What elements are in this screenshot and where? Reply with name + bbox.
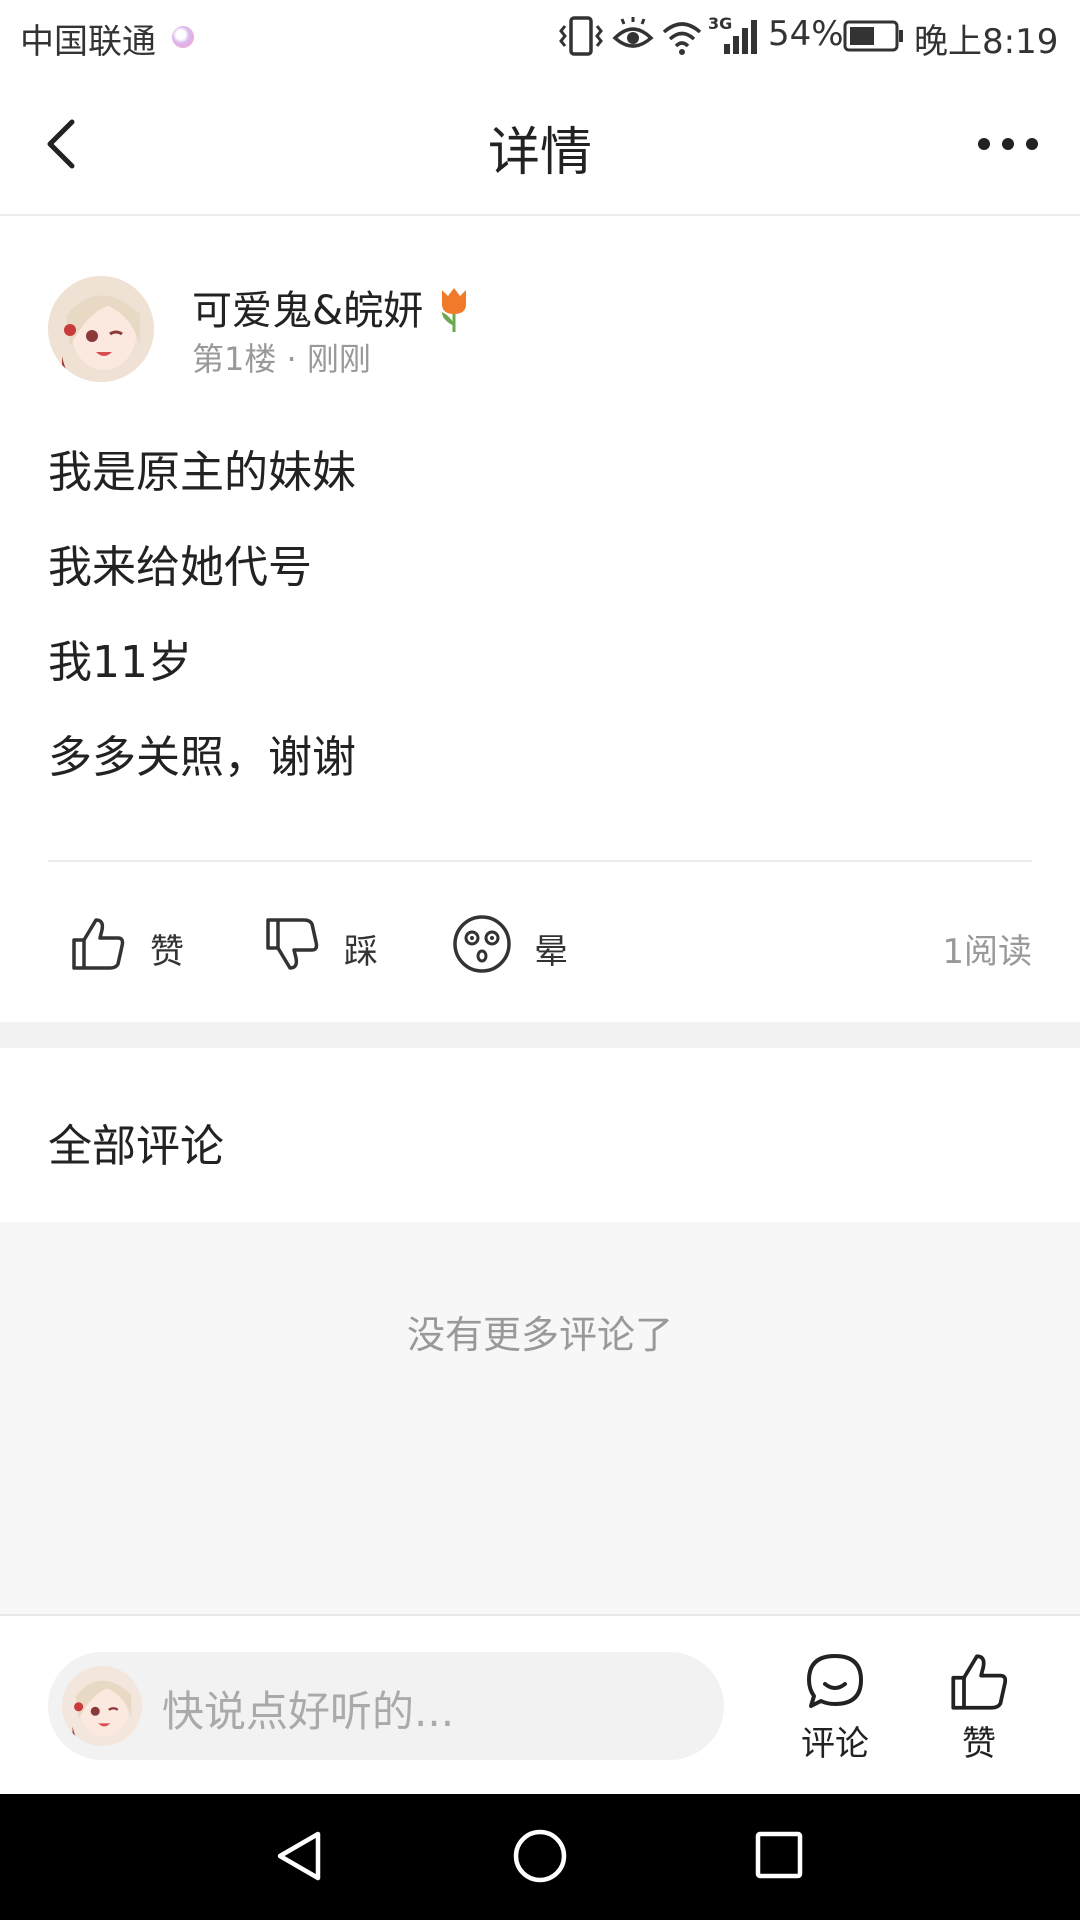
author-avatar[interactable]	[48, 276, 154, 382]
battery-icon	[843, 20, 903, 52]
more-dot	[1026, 138, 1038, 150]
more-dot	[1002, 138, 1014, 150]
like-button[interactable]: 赞	[934, 1652, 1024, 1772]
like-label: 赞	[150, 932, 184, 972]
status-bar: 中国联通 3G 54% 晚上8:19	[0, 0, 1080, 72]
post-content: 我是原主的妹妹 我来给她代号 我11岁 多多关照，谢谢	[48, 438, 1028, 818]
comment-button[interactable]: 评论	[790, 1652, 880, 1772]
system-nav-bar	[0, 1794, 1080, 1920]
like-reaction-button[interactable]: 赞	[70, 910, 190, 980]
post-line: 我来给她代号	[48, 542, 312, 593]
comment-placeholder: 快说点好听的...	[162, 1687, 455, 1736]
divider	[48, 860, 1032, 862]
clock: 晚上8:19	[914, 22, 1059, 62]
read-count: 1阅读	[942, 932, 1032, 972]
dizzy-face-icon	[453, 915, 511, 973]
floor-meta: 第1楼 · 刚刚	[192, 340, 371, 378]
nav-back-icon[interactable]	[272, 1828, 328, 1884]
more-options-button[interactable]	[972, 134, 1042, 154]
thumbs-up-icon	[951, 1654, 1008, 1710]
eye-comfort-icon	[612, 17, 654, 48]
comments-list: 没有更多评论了	[0, 1222, 1080, 1614]
chat-bubble-icon	[807, 1654, 863, 1708]
thumbs-up-icon	[72, 918, 125, 970]
thumbs-down-icon	[266, 918, 319, 970]
comment-button-label: 评论	[801, 1724, 869, 1764]
dizzy-reaction-button[interactable]: 晕	[452, 910, 582, 980]
section-separator	[0, 1022, 1080, 1048]
cell-signal-icon: 3G	[708, 14, 762, 58]
wifi-icon	[662, 22, 702, 55]
tulip-emoji-icon	[442, 288, 466, 332]
more-dots-icon	[978, 138, 990, 150]
post-line: 我是原主的妹妹	[48, 447, 356, 498]
comment-input[interactable]: 快说点好听的...	[48, 1652, 724, 1760]
page-title: 详情	[487, 123, 592, 183]
carrier-name: 中国联通	[20, 22, 156, 62]
like-button-label: 赞	[962, 1724, 996, 1764]
app-header: 详情	[0, 72, 1080, 216]
comments-heading: 全部评论	[48, 1121, 224, 1172]
battery-percent: 54%	[768, 14, 844, 54]
post-line: 多多关照，谢谢	[48, 732, 356, 783]
vibrate-icon	[559, 16, 603, 56]
dizzy-label: 晕	[534, 932, 568, 972]
dislike-label: 踩	[344, 932, 378, 972]
nav-recents-icon[interactable]	[752, 1828, 808, 1884]
user-avatar	[62, 1666, 142, 1746]
notification-bubble-icon	[172, 26, 194, 48]
no-more-comments-text: 没有更多评论了	[406, 1313, 673, 1357]
post-line: 我11岁	[48, 637, 192, 688]
dislike-reaction-button[interactable]: 踩	[264, 910, 384, 980]
author-name[interactable]: 可爱鬼&皖妍	[192, 278, 423, 336]
nav-home-icon[interactable]	[512, 1828, 568, 1884]
bottom-action-bar: 快说点好听的... 评论 赞	[0, 1614, 1080, 1796]
